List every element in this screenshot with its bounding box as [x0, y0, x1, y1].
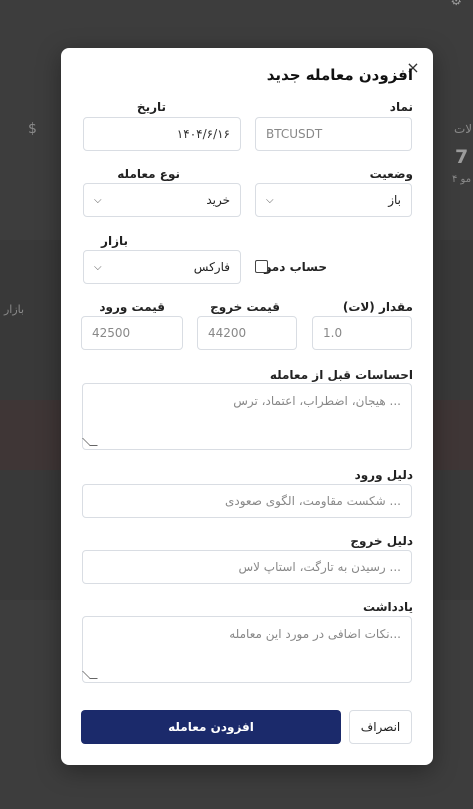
status-label: وضعیت — [369, 167, 413, 181]
chevron-down-icon: ⌵ — [94, 194, 102, 206]
date-label: تاریخ — [136, 100, 166, 114]
market-label: بازار — [101, 234, 128, 248]
quantity-label: مقدار (لات) — [342, 300, 413, 314]
symbol-label: نماد — [389, 100, 413, 114]
resize-handle-icon[interactable] — [82, 671, 98, 679]
exit-price-input[interactable]: 44200 — [197, 316, 297, 350]
trade-type-select[interactable]: خرید ⌵ — [83, 183, 241, 217]
background-right-small: مو ۴ — [452, 174, 472, 185]
cancel-button[interactable]: انصراف — [349, 710, 412, 744]
background-market-label: بازار — [4, 303, 25, 316]
entry-reason-placeholder: ... شکست مقاومت، الگوی صعودی — [224, 494, 401, 508]
entry-price-value: 42500 — [92, 326, 131, 340]
date-input[interactable]: ۱۴۰۴/۶/۱۶ — [83, 117, 241, 151]
resize-handle-icon[interactable] — [82, 438, 98, 446]
exit-reason-placeholder: ... رسیدن به تارگت، استاپ لاس — [238, 560, 402, 574]
background-right-number: 7 — [455, 146, 469, 168]
status-value: باز — [388, 193, 401, 207]
feelings-label: احساسات قبل از معامله — [269, 368, 413, 382]
modal-title: افزودن معامله جدید — [266, 66, 413, 84]
exit-price-value: 44200 — [208, 326, 247, 340]
entry-reason-label: دلیل ورود — [354, 468, 413, 482]
note-placeholder: ...نکات اضافی در مورد این معامله — [229, 627, 401, 641]
note-label: یادداشت — [363, 600, 413, 614]
quantity-value: 1.0 — [323, 326, 343, 340]
entry-price-label: قیمت ورود — [99, 300, 165, 314]
date-value: ۱۴۰۴/۶/۱۶ — [176, 127, 230, 141]
feelings-placeholder: ... هیجان، اضطراب، اعتماد، ترس — [233, 394, 401, 408]
chevron-down-icon: ⌵ — [94, 261, 102, 273]
status-select[interactable]: باز ⌵ — [255, 183, 412, 217]
market-select[interactable]: فارکس ⌵ — [83, 250, 241, 284]
quantity-input[interactable]: 1.0 — [312, 316, 412, 350]
dollar-icon: $ — [28, 121, 37, 137]
demo-account-label: حساب دمو — [264, 260, 327, 274]
symbol-input[interactable]: BTCUSDT — [255, 117, 412, 151]
symbol-value: BTCUSDT — [266, 127, 323, 141]
note-textarea[interactable]: ...نکات اضافی در مورد این معامله — [82, 616, 412, 683]
add-trade-modal: × افزودن معامله جدید نماد BTCUSDT تاریخ … — [61, 48, 433, 765]
entry-reason-input[interactable]: ... شکست مقاومت، الگوی صعودی — [82, 484, 412, 518]
demo-account-checkbox[interactable] — [255, 260, 268, 273]
chevron-down-icon: ⌵ — [266, 194, 274, 206]
feelings-textarea[interactable]: ... هیجان، اضطراب، اعتماد، ترس — [82, 383, 412, 450]
trade-type-value: خرید — [206, 193, 230, 207]
add-trade-button[interactable]: افزودن معامله — [81, 710, 341, 744]
background-right-label: لات — [454, 122, 473, 136]
exit-price-label: قیمت خروج — [210, 300, 280, 314]
trade-type-label: نوع معامله — [117, 167, 180, 181]
market-value: فارکس — [193, 260, 230, 274]
entry-price-input[interactable]: 42500 — [81, 316, 183, 350]
exit-reason-label: دلیل خروج — [350, 534, 413, 548]
exit-reason-input[interactable]: ... رسیدن به تارگت، استاپ لاس — [82, 550, 412, 584]
gear-icon[interactable]: ⚙ — [448, 0, 462, 9]
